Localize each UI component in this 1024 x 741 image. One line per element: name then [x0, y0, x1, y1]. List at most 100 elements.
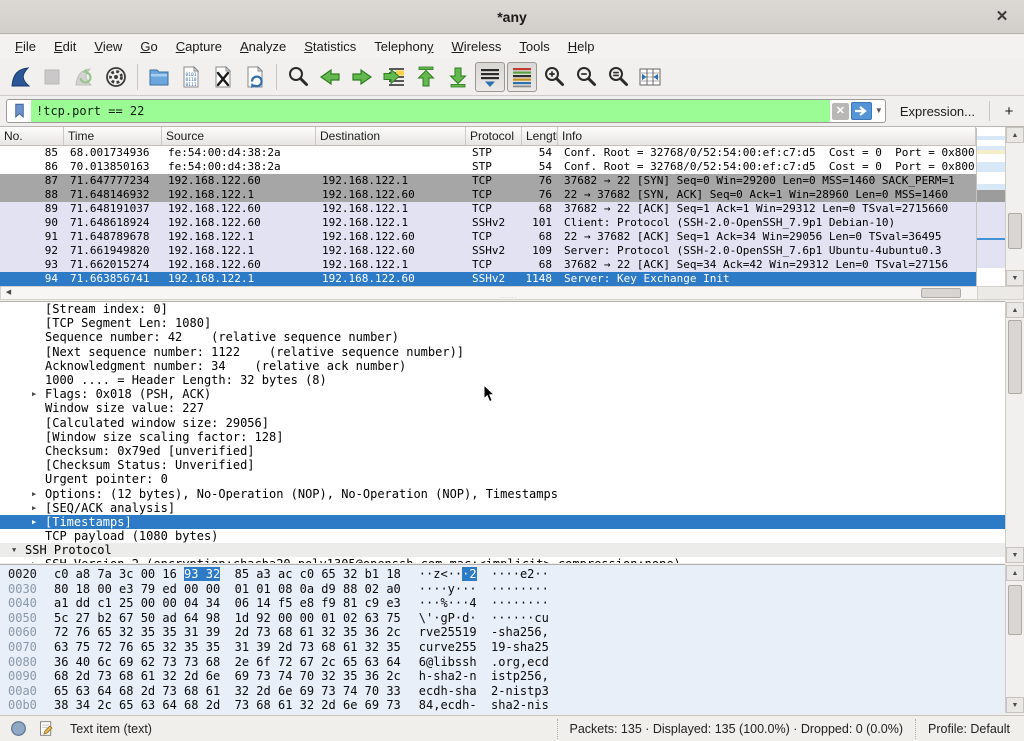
- hex-bytes[interactable]: a1 dd c1 25 00 00 04 34 06 14 f5 e8 f9 8…: [54, 596, 401, 611]
- scroll-up-icon[interactable]: ▲: [1006, 302, 1024, 318]
- packet-row-93[interactable]: 9371.662015274192.168.122.60192.168.122.…: [0, 258, 976, 272]
- detail-line[interactable]: TCP payload (1080 bytes): [0, 529, 1005, 543]
- status-profile[interactable]: Profile: Default: [915, 719, 1024, 739]
- filter-clear-button[interactable]: ✕: [832, 103, 849, 120]
- colorize-button[interactable]: [507, 62, 537, 92]
- expert-info-icon[interactable]: [8, 719, 28, 739]
- column-header-source[interactable]: Source: [162, 127, 316, 146]
- hex-ascii[interactable]: \'·gP·d· ······cu: [419, 611, 549, 626]
- zoom-reset-button[interactable]: [603, 62, 633, 92]
- save-file-button[interactable]: 010101100111: [176, 62, 206, 92]
- hex-bytes[interactable]: 65 63 64 68 2d 73 68 61 32 2d 6e 69 73 7…: [54, 684, 401, 699]
- menu-edit[interactable]: Edit: [45, 37, 85, 56]
- detail-line[interactable]: Window size value: 227: [0, 401, 1005, 415]
- menu-statistics[interactable]: Statistics: [295, 37, 365, 56]
- scroll-thumb[interactable]: [1008, 213, 1022, 249]
- hex-bytes[interactable]: c0 a8 7a 3c 00 16 93 32 85 a3 ac c0 65 3…: [54, 567, 401, 582]
- packet-row-85[interactable]: 8568.001734936fe:54:00:d4:38:2aSTP54Conf…: [0, 146, 976, 160]
- hex-ascii[interactable]: ··z<···2 ····e2··: [419, 567, 549, 582]
- scroll-up-icon[interactable]: ▲: [1006, 565, 1024, 581]
- hex-ascii[interactable]: 84,ecdh- sha2-nis: [419, 698, 549, 713]
- bytes-scrollbar[interactable]: ▲ ▼: [1005, 565, 1024, 713]
- hex-ascii[interactable]: rve25519 -sha256,: [419, 625, 549, 640]
- display-filter-input[interactable]: !tcp.port == 22 ✕ ▼: [6, 99, 886, 123]
- detail-line[interactable]: [TCP Segment Len: 1080]: [0, 316, 1005, 330]
- stop-capture-button[interactable]: [37, 62, 67, 92]
- expand-icon[interactable]: ▶: [30, 490, 45, 498]
- hex-ascii[interactable]: curve255 19-sha25: [419, 640, 549, 655]
- packet-row-92[interactable]: 9271.661949820192.168.122.1192.168.122.6…: [0, 244, 976, 258]
- hex-ascii[interactable]: ecdh-sha 2-nistp3: [419, 684, 549, 699]
- expand-icon[interactable]: ▶: [30, 390, 45, 398]
- hex-ascii[interactable]: h-sha2-n istp256,: [419, 669, 549, 684]
- detail-line[interactable]: 1000 .... = Header Length: 32 bytes (8): [0, 373, 1005, 387]
- filter-bookmark-icon[interactable]: [7, 100, 31, 122]
- scroll-down-icon[interactable]: ▼: [1006, 547, 1024, 563]
- scroll-thumb[interactable]: [1008, 585, 1022, 635]
- resize-columns-button[interactable]: [635, 62, 665, 92]
- packet-row-91[interactable]: 9171.648789678192.168.122.1192.168.122.6…: [0, 230, 976, 244]
- packet-row-88[interactable]: 8871.648146932192.168.122.1192.168.122.6…: [0, 188, 976, 202]
- expression-button[interactable]: Expression...: [900, 104, 975, 119]
- detail-line[interactable]: Checksum: 0x79ed [unverified]: [0, 444, 1005, 458]
- reload-file-button[interactable]: [240, 62, 270, 92]
- capture-comment-icon[interactable]: [36, 719, 56, 739]
- menu-telephony[interactable]: Telephony: [365, 37, 442, 56]
- menu-tools[interactable]: Tools: [510, 37, 558, 56]
- detail-line[interactable]: [Checksum Status: Unverified]: [0, 458, 1005, 472]
- menu-analyze[interactable]: Analyze: [231, 37, 295, 56]
- hex-bytes[interactable]: 68 2d 73 68 61 32 2d 6e 69 73 74 70 32 3…: [54, 669, 401, 684]
- zoom-out-button[interactable]: [571, 62, 601, 92]
- detail-line[interactable]: Acknowledgment number: 34 (relative ack …: [0, 359, 1005, 373]
- menu-help[interactable]: Help: [559, 37, 604, 56]
- scroll-left-icon[interactable]: ◀: [2, 287, 15, 299]
- packet-row-86[interactable]: 8670.013850163fe:54:00:d4:38:2aSTP54Conf…: [0, 160, 976, 174]
- hex-bytes[interactable]: 5c 27 b2 67 50 ad 64 98 1d 92 00 00 01 0…: [54, 611, 401, 626]
- detail-line[interactable]: [Stream index: 0]: [0, 302, 1005, 316]
- close-icon[interactable]: ✕: [992, 7, 1012, 27]
- detail-line[interactable]: ▼SSH Protocol: [0, 543, 1005, 557]
- hex-bytes[interactable]: 38 34 2c 65 63 64 68 2d 73 68 61 32 2d 6…: [54, 698, 401, 713]
- menu-view[interactable]: View: [85, 37, 131, 56]
- menu-file[interactable]: File: [6, 37, 45, 56]
- expand-icon[interactable]: ▶: [30, 518, 45, 526]
- zoom-in-button[interactable]: [539, 62, 569, 92]
- details-scrollbar[interactable]: ▲ ▼: [1005, 302, 1024, 563]
- packet-list-scrollbar[interactable]: ▲ ▼: [1005, 127, 1024, 286]
- packet-row-94[interactable]: 9471.663856741192.168.122.1192.168.122.6…: [0, 272, 976, 286]
- filter-history-dropdown[interactable]: ▼: [873, 100, 885, 122]
- capture-options-button[interactable]: [101, 62, 131, 92]
- menu-wireless[interactable]: Wireless: [443, 37, 511, 56]
- collapse-icon[interactable]: ▼: [10, 546, 25, 554]
- detail-line[interactable]: [Next sequence number: 1122 (relative se…: [0, 345, 1005, 359]
- detail-line[interactable]: ▶[SEQ/ACK analysis]: [0, 501, 1005, 515]
- packet-row-89[interactable]: 8971.648191037192.168.122.60192.168.122.…: [0, 202, 976, 216]
- column-header-destination[interactable]: Destination: [316, 127, 466, 146]
- scroll-down-icon[interactable]: ▼: [1006, 697, 1024, 713]
- filter-apply-button[interactable]: [851, 102, 872, 120]
- scroll-thumb[interactable]: [1008, 320, 1022, 394]
- hex-bytes[interactable]: 36 40 6c 69 62 73 73 68 2e 6f 72 67 2c 6…: [54, 655, 401, 670]
- find-packet-button[interactable]: [283, 62, 313, 92]
- filter-text[interactable]: !tcp.port == 22: [31, 100, 830, 122]
- start-capture-button[interactable]: [5, 62, 35, 92]
- go-forward-button[interactable]: [347, 62, 377, 92]
- packet-minimap[interactable]: [976, 128, 1005, 286]
- menu-go[interactable]: Go: [131, 37, 166, 56]
- open-file-button[interactable]: [144, 62, 174, 92]
- packet-row-90[interactable]: 9071.648618924192.168.122.60192.168.122.…: [0, 216, 976, 230]
- restart-capture-button[interactable]: [69, 62, 99, 92]
- detail-line[interactable]: ▶Flags: 0x018 (PSH, ACK): [0, 387, 1005, 401]
- hex-ascii[interactable]: 6@libssh .org,ecd: [419, 655, 549, 670]
- hscroll-thumb[interactable]: [921, 288, 961, 298]
- expand-icon[interactable]: ▶: [30, 504, 45, 512]
- add-filter-button[interactable]: +: [1000, 103, 1018, 120]
- detail-line[interactable]: ▶Options: (12 bytes), No-Operation (NOP)…: [0, 486, 1005, 500]
- column-header-length[interactable]: Length: [522, 127, 558, 146]
- hex-bytes[interactable]: 72 76 65 32 35 35 31 39 2d 73 68 61 32 3…: [54, 625, 401, 640]
- detail-line[interactable]: [Calculated window size: 29056]: [0, 416, 1005, 430]
- column-header-time[interactable]: Time: [64, 127, 162, 146]
- close-file-button[interactable]: [208, 62, 238, 92]
- hex-ascii[interactable]: ····y··· ········: [419, 582, 549, 597]
- go-to-packet-button[interactable]: [379, 62, 409, 92]
